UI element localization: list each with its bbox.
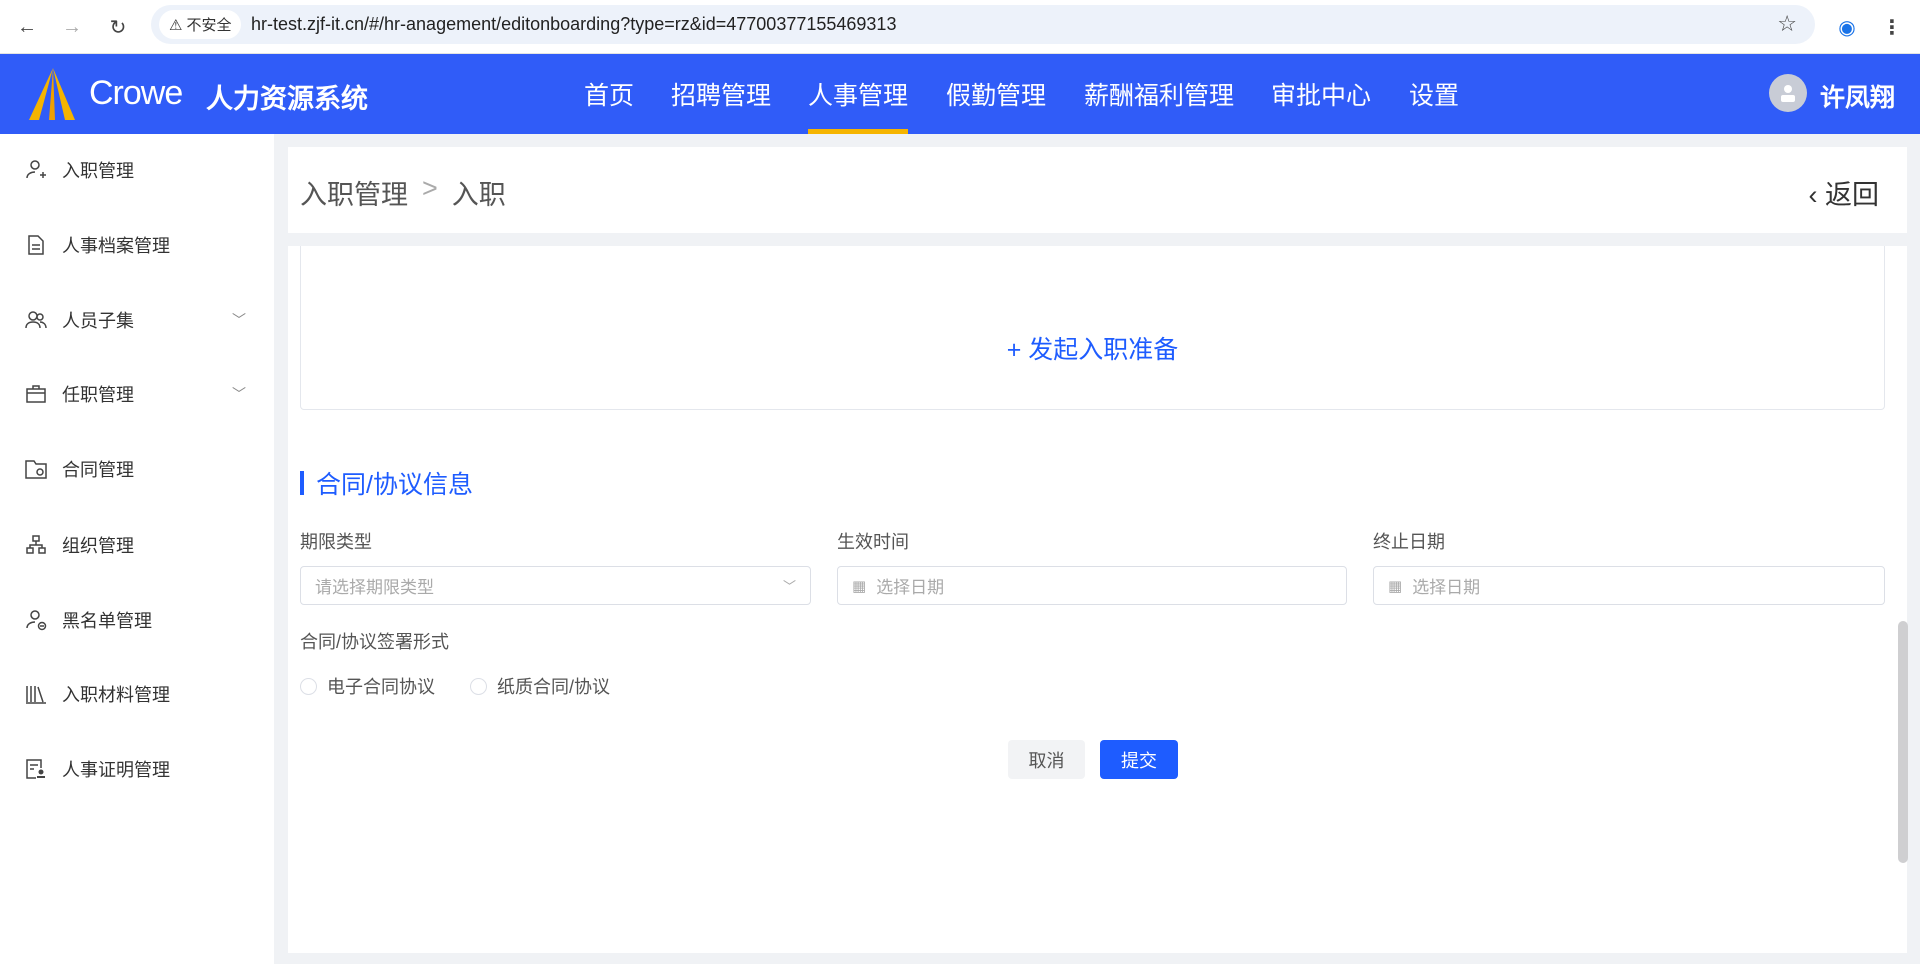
sidebar-item-contracts[interactable]: 合同管理 bbox=[0, 449, 274, 489]
user-add-icon bbox=[26, 160, 46, 179]
org-chart-icon bbox=[26, 535, 46, 554]
scrollbar-thumb[interactable] bbox=[1898, 621, 1908, 863]
users-icon bbox=[25, 311, 47, 329]
certificate-icon bbox=[26, 759, 45, 779]
browser-toolbar: ← → ↻ ⚠ 不安全 hr-test.zjf-it.cn/#/hr-anagem… bbox=[0, 0, 1920, 54]
end-date-input[interactable]: ▦ 选择日期 bbox=[1373, 566, 1885, 605]
reload-icon[interactable]: ↻ bbox=[103, 12, 133, 42]
url-text[interactable]: hr-test.zjf-it.cn/#/hr-anagement/editonb… bbox=[251, 14, 896, 35]
address-bar[interactable]: ⚠ 不安全 hr-test.zjf-it.cn/#/hr-anagement/ed… bbox=[151, 5, 1815, 44]
radio-circle[interactable] bbox=[470, 677, 487, 695]
security-label: 不安全 bbox=[186, 17, 232, 34]
brand-name: Crowe bbox=[89, 74, 183, 112]
books-icon bbox=[26, 686, 46, 704]
chevron-down-icon[interactable]: ﹀ bbox=[232, 310, 246, 330]
end-date-placeholder: 选择日期 bbox=[1412, 578, 1481, 597]
start-date-label: 生效时间 bbox=[837, 532, 909, 552]
active-nav-indicator bbox=[808, 129, 908, 134]
chevron-down-icon[interactable]: ﹀ bbox=[232, 384, 246, 404]
star-icon[interactable]: ☆ bbox=[1777, 11, 1797, 37]
section-title-text: 合同/协议信息 bbox=[316, 471, 473, 499]
sidebar-item-onboarding[interactable]: 入职管理 bbox=[0, 150, 274, 190]
sidebar-item-label: 入职管理 bbox=[62, 161, 134, 181]
section-title: 合同/协议信息 bbox=[300, 465, 473, 501]
nav-settings[interactable]: 设置 bbox=[1409, 76, 1459, 112]
onboarding-prep-box: + 发起入职准备 bbox=[300, 246, 1885, 410]
avatar[interactable] bbox=[1769, 74, 1807, 112]
chevron-left-icon: ‹ bbox=[1808, 180, 1825, 210]
nav-hr-management[interactable]: 人事管理 bbox=[808, 76, 908, 112]
radio-electronic[interactable]: 电子合同协议 bbox=[300, 673, 435, 699]
document-icon bbox=[28, 235, 44, 255]
app-header: Crowe 人力资源系统 首页 招聘管理 人事管理 假勤管理 薪酬福利管理 审批… bbox=[0, 54, 1920, 134]
sidebar-item-organization[interactable]: 组织管理 bbox=[0, 525, 274, 565]
start-onboarding-prep-button[interactable]: + 发起入职准备 bbox=[1007, 330, 1179, 366]
nav-home[interactable]: 首页 bbox=[584, 76, 634, 112]
radio-label: 纸质合同/协议 bbox=[497, 677, 611, 697]
sidebar-item-label: 任职管理 bbox=[62, 385, 134, 405]
back-button[interactable]: ‹ 返回 bbox=[1809, 173, 1880, 212]
sign-form-label: 合同/协议签署形式 bbox=[300, 632, 450, 652]
radio-paper[interactable]: 纸质合同/协议 bbox=[470, 673, 610, 699]
system-title: 人力资源系统 bbox=[206, 84, 368, 114]
user-icon bbox=[1781, 85, 1795, 102]
breadcrumb-separator: > bbox=[422, 173, 438, 203]
start-date-input[interactable]: ▦ 选择日期 bbox=[837, 566, 1347, 605]
sidebar-item-appointment[interactable]: 任职管理 ﹀ bbox=[0, 374, 274, 414]
term-type-placeholder: 请选择期限类型 bbox=[315, 578, 434, 597]
sidebar-item-blacklist[interactable]: 黑名单管理 bbox=[0, 600, 274, 640]
submit-button[interactable]: 提交 bbox=[1100, 740, 1178, 779]
radio-circle[interactable] bbox=[300, 677, 317, 695]
contract-folder-icon bbox=[25, 460, 47, 479]
nav-attendance[interactable]: 假勤管理 bbox=[946, 76, 1046, 112]
sidebar-item-label: 黑名单管理 bbox=[62, 611, 152, 631]
briefcase-icon bbox=[26, 385, 46, 403]
sidebar-item-personnel-subset[interactable]: 人员子集 ﹀ bbox=[0, 300, 274, 340]
calendar-icon: ▦ bbox=[1388, 577, 1403, 595]
sidebar: 入职管理 人事档案管理 人员子集 ﹀ 任职管理 ﹀ 合同管理 组织管理 黑名单管理 … bbox=[0, 134, 274, 964]
sidebar-item-hr-certificates[interactable]: 人事证明管理 bbox=[0, 749, 274, 789]
chevron-down-icon: ﹀ bbox=[782, 579, 796, 594]
sidebar-item-label: 人员子集 bbox=[62, 311, 134, 331]
sidebar-item-label: 入职材料管理 bbox=[62, 685, 170, 705]
security-chip[interactable]: ⚠ 不安全 bbox=[159, 10, 242, 39]
section-bar bbox=[300, 471, 304, 495]
breadcrumb-current: 入职 bbox=[451, 180, 506, 210]
user-name[interactable]: 许凤翔 bbox=[1820, 78, 1895, 114]
breadcrumb: 入职管理 > 入职 bbox=[300, 173, 506, 212]
nav-recruitment[interactable]: 招聘管理 bbox=[671, 76, 771, 112]
menu-dots-icon[interactable]: ⋮ bbox=[1877, 12, 1907, 42]
user-remove-icon bbox=[26, 610, 47, 631]
calendar-icon: ▦ bbox=[852, 577, 867, 595]
nav-approval[interactable]: 审批中心 bbox=[1271, 76, 1371, 112]
back-arrow-icon[interactable]: ← bbox=[12, 12, 42, 42]
term-type-label: 期限类型 bbox=[300, 532, 372, 552]
crowe-logo-icon bbox=[29, 68, 75, 120]
cancel-button[interactable]: 取消 bbox=[1008, 740, 1085, 779]
sidebar-item-hr-records[interactable]: 人事档案管理 bbox=[0, 225, 274, 265]
breadcrumb-bar: 入职管理 > 入职 ‹ 返回 bbox=[288, 147, 1907, 233]
sidebar-item-label: 组织管理 bbox=[62, 536, 134, 556]
start-date-placeholder: 选择日期 bbox=[876, 578, 945, 597]
profile-icon[interactable]: ◉ bbox=[1832, 12, 1862, 42]
warning-icon: ⚠ bbox=[169, 16, 183, 34]
nav-compensation[interactable]: 薪酬福利管理 bbox=[1084, 76, 1234, 112]
sidebar-item-label: 人事证明管理 bbox=[62, 760, 170, 780]
end-date-label: 终止日期 bbox=[1373, 532, 1445, 552]
back-label: 返回 bbox=[1825, 180, 1879, 210]
forward-arrow-icon[interactable]: → bbox=[57, 12, 87, 42]
radio-label: 电子合同协议 bbox=[327, 677, 435, 697]
sidebar-item-label: 人事档案管理 bbox=[62, 236, 170, 256]
main-form: + 发起入职准备 合同/协议信息 期限类型 请选择期限类型 ﹀ 生效时间 ▦ 选择日… bbox=[288, 246, 1907, 953]
breadcrumb-parent[interactable]: 入职管理 bbox=[300, 173, 408, 212]
sidebar-item-label: 合同管理 bbox=[62, 460, 134, 480]
sidebar-item-onboarding-materials[interactable]: 入职材料管理 bbox=[0, 674, 274, 714]
term-type-select[interactable]: 请选择期限类型 ﹀ bbox=[300, 566, 811, 605]
